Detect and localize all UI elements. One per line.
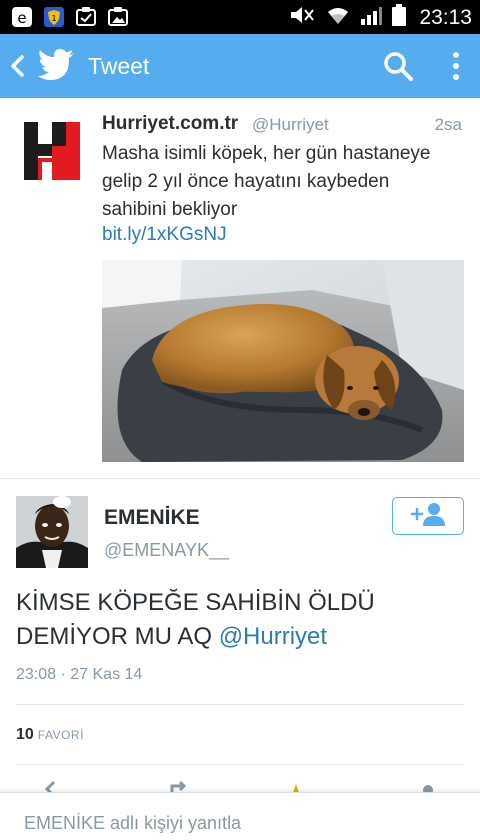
action-bar: Tweet — [0, 34, 480, 98]
favorite-icon[interactable] — [284, 780, 308, 792]
quoted-tweet[interactable]: Hurriyet.com.tr @Hurriyet 2sa Masha isim… — [0, 98, 480, 478]
divider — [16, 704, 464, 705]
shield-icon: 1 — [42, 5, 66, 29]
follow-button[interactable] — [392, 497, 464, 535]
quoted-tweet-text: Masha isimli köpek, her gün hastaneye ge… — [102, 143, 431, 220]
status-bar: e 1 23:13 — [0, 0, 480, 34]
reply-bar[interactable]: EMENİKE adlı kişiyi yanıtla — [0, 792, 480, 840]
quoted-tweet-link[interactable]: bit.ly/1xKGsNJ — [102, 224, 227, 246]
status-time: 23:13 — [419, 5, 472, 29]
dog-photo[interactable] — [102, 260, 464, 462]
tweet-actions — [0, 778, 480, 792]
search-icon[interactable] — [382, 50, 414, 82]
favorites-count: 10 — [16, 726, 34, 743]
reply-icon[interactable] — [44, 780, 68, 792]
svg-text:1: 1 — [51, 14, 56, 23]
quoted-author-handle[interactable]: @Hurriyet — [252, 115, 329, 135]
tweet-timestamp: 23:08 · 27 Kas 14 — [16, 666, 143, 683]
add-user-icon — [410, 501, 446, 532]
share-icon[interactable] — [416, 780, 440, 792]
chevron-left-icon[interactable] — [8, 54, 28, 78]
favorites-stat[interactable]: 10 FAVORİ — [16, 726, 84, 744]
quoted-author-name[interactable]: Hurriyet.com.tr — [102, 113, 238, 135]
mute-icon — [289, 4, 317, 31]
divider — [0, 478, 480, 479]
image-notification-icon — [106, 5, 130, 29]
quoted-timestamp: 2sa — [434, 115, 462, 134]
tweet-text: KİMSE KÖPEĞE SAHİBİN ÖLDÜ DEMİYOR MU AQ … — [16, 586, 466, 654]
retweet-icon[interactable] — [168, 780, 192, 792]
more-vertical-icon[interactable] — [448, 50, 464, 82]
divider — [16, 764, 464, 765]
tweet-detail-screen: e 1 23:13 Tweet Hurriyet.com.tr @Hurriye… — [0, 0, 480, 840]
battery-icon — [391, 3, 407, 32]
tweet-mention[interactable]: @Hurriyet — [219, 623, 327, 650]
author-handle[interactable]: @EMENAYK__ — [104, 540, 229, 561]
hurriyet-logo-avatar[interactable] — [22, 120, 82, 182]
signal-icon — [359, 4, 383, 31]
page-title: Tweet — [88, 53, 150, 79]
ie-icon: e — [10, 5, 34, 29]
check-notification-icon — [74, 5, 98, 29]
avatar[interactable] — [16, 496, 88, 568]
reply-input[interactable]: EMENİKE adlı kişiyi yanıtla — [24, 813, 241, 834]
twitter-bird-icon — [38, 49, 76, 83]
svg-text:e: e — [17, 9, 26, 27]
author-name[interactable]: EMENİKE — [104, 506, 200, 530]
favorites-label: FAVORİ — [37, 728, 84, 742]
wifi-icon — [325, 4, 351, 31]
